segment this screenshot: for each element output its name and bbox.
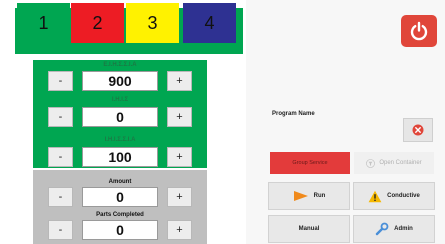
- funnel-icon: [366, 158, 376, 168]
- field-label-3: Ι.Η.Ι.Σ.Σ.Ι.Α: [104, 137, 136, 143]
- manual-button[interactable]: Manual: [268, 215, 350, 243]
- tab-2-label: 2: [92, 12, 103, 33]
- wrench-icon: [375, 222, 389, 236]
- increment-button-1[interactable]: +: [167, 71, 192, 91]
- warning-triangle-icon: [368, 190, 382, 202]
- run-button[interactable]: Run: [268, 182, 350, 210]
- conductive-button[interactable]: Conductive: [353, 182, 435, 210]
- run-label: Run: [313, 193, 326, 199]
- decrement-button-3[interactable]: -: [48, 147, 73, 167]
- parts-increment-button[interactable]: +: [167, 220, 192, 240]
- parts-decrement-button[interactable]: -: [48, 220, 73, 240]
- amount-decrement-button[interactable]: -: [48, 187, 73, 207]
- group-service-button[interactable]: Group Service: [270, 152, 350, 174]
- field-label-1: Ε.Ι.Η.Σ.Σ.Ι.Α: [103, 62, 137, 68]
- amount-increment-button[interactable]: +: [167, 187, 192, 207]
- amount-label: Amount: [108, 179, 132, 185]
- power-icon: [410, 21, 428, 41]
- open-container-label: Open Container: [379, 160, 422, 166]
- admin-label: Admin: [394, 226, 413, 232]
- tab-1[interactable]: 1: [17, 3, 70, 43]
- amount-field[interactable]: 0: [82, 187, 158, 207]
- clear-x-icon: [412, 124, 424, 136]
- conductive-label: Conductive: [387, 193, 420, 199]
- program-name-label: Program Name: [272, 111, 315, 117]
- value-field-2[interactable]: 0: [82, 107, 158, 127]
- tab-3-label: 3: [147, 12, 158, 33]
- power-button[interactable]: [401, 15, 437, 47]
- open-container-button: Open Container: [354, 152, 434, 174]
- parts-completed-label: Parts Completed: [96, 212, 144, 218]
- tab-3[interactable]: 3: [126, 3, 179, 43]
- increment-button-2[interactable]: +: [167, 107, 192, 127]
- increment-button-3[interactable]: +: [167, 147, 192, 167]
- manual-label: Manual: [298, 226, 320, 232]
- tab-2[interactable]: 2: [71, 3, 124, 43]
- decrement-button-1[interactable]: -: [48, 71, 73, 91]
- admin-button[interactable]: Admin: [353, 215, 435, 243]
- value-field-1[interactable]: 900: [82, 71, 158, 91]
- value-field-3[interactable]: 100: [82, 147, 158, 167]
- tab-4[interactable]: 4: [183, 3, 236, 43]
- tab-4-label: 4: [204, 12, 215, 33]
- field-label-2: Ι.Η.Ι.Σ: [111, 97, 129, 103]
- decrement-button-2[interactable]: -: [48, 107, 73, 127]
- parts-completed-field[interactable]: 0: [82, 220, 158, 240]
- program-name-field[interactable]: [270, 119, 400, 141]
- tab-1-label: 1: [38, 12, 49, 33]
- clear-program-button[interactable]: [403, 118, 433, 142]
- play-arrow-icon: [293, 191, 308, 201]
